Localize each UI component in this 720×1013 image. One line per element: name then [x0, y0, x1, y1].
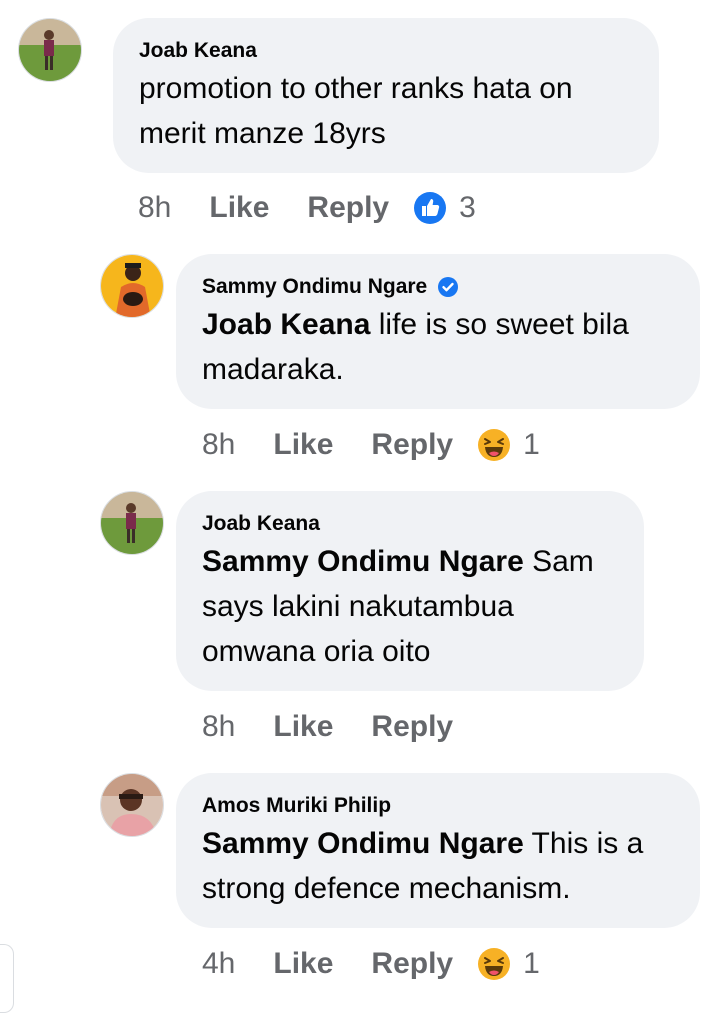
comment-time[interactable]: 8h [138, 191, 171, 225]
like-button[interactable]: Like [209, 191, 269, 225]
comment-bubble: Joab Keana Sammy Ondimu Ngare Sam says l… [176, 491, 644, 691]
comment-time[interactable]: 8h [202, 428, 235, 462]
haha-reaction-icon [478, 429, 511, 461]
comment-actions: 4h Like Reply 1 [202, 942, 540, 986]
comment-author[interactable]: Joab Keana [139, 38, 633, 64]
reaction-count: 1 [523, 947, 540, 980]
comment-text: Sammy Ondimu Ngare This is a strong defe… [202, 821, 674, 911]
reply-button[interactable]: Reply [371, 428, 453, 462]
avatar[interactable] [18, 18, 82, 82]
reaction-count: 3 [459, 191, 476, 224]
comment-text: Sammy Ondimu Ngare Sam says lakini nakut… [202, 539, 618, 674]
like-button[interactable]: Like [273, 710, 333, 744]
comment-actions: 8h Like Reply [202, 705, 491, 749]
reply-button[interactable]: Reply [371, 947, 453, 981]
comment-author-name[interactable]: Sammy Ondimu Ngare [202, 274, 427, 300]
comment-bubble: Amos Muriki Philip Sammy Ondimu Ngare Th… [176, 773, 700, 928]
comment-author: Sammy Ondimu Ngare [202, 274, 674, 300]
comment-time[interactable]: 4h [202, 947, 235, 981]
avatar-image [101, 492, 163, 554]
mention-link[interactable]: Joab Keana [202, 308, 370, 341]
comment-text: Joab Keana life is so sweet bila madarak… [202, 302, 674, 392]
avatar[interactable] [100, 773, 164, 837]
reaction-summary[interactable]: 1 [477, 947, 540, 981]
comment-bubble: Joab Keana promotion to other ranks hata… [113, 18, 659, 173]
reaction-summary[interactable]: 3 [413, 191, 476, 225]
mention-link[interactable]: Sammy Ondimu Ngare [202, 827, 524, 860]
like-button[interactable]: Like [273, 947, 333, 981]
avatar[interactable] [100, 254, 164, 318]
comment-author[interactable]: Joab Keana [202, 511, 618, 537]
composer-edge [0, 944, 14, 1013]
comment-bubble: Sammy Ondimu Ngare Joab Keana life is so… [176, 254, 700, 409]
mention-link[interactable]: Sammy Ondimu Ngare [202, 545, 524, 578]
like-reaction-icon [414, 192, 447, 224]
reply-button[interactable]: Reply [307, 191, 389, 225]
avatar[interactable] [100, 491, 164, 555]
reaction-count: 1 [523, 428, 540, 461]
comment-actions: 8h Like Reply 1 [202, 423, 540, 467]
reply-button[interactable]: Reply [371, 710, 453, 744]
comment-time[interactable]: 8h [202, 710, 235, 744]
avatar-image [101, 255, 163, 317]
avatar-image [19, 19, 81, 81]
verified-badge-icon [438, 277, 459, 297]
avatar-image [101, 774, 163, 836]
comment-text: promotion to other ranks hata on merit m… [139, 72, 573, 150]
comment-actions: 8h Like Reply 3 [138, 186, 476, 230]
haha-reaction-icon [478, 948, 511, 980]
comment-author[interactable]: Amos Muriki Philip [202, 793, 674, 819]
reaction-summary[interactable]: 1 [477, 428, 540, 462]
like-button[interactable]: Like [273, 428, 333, 462]
